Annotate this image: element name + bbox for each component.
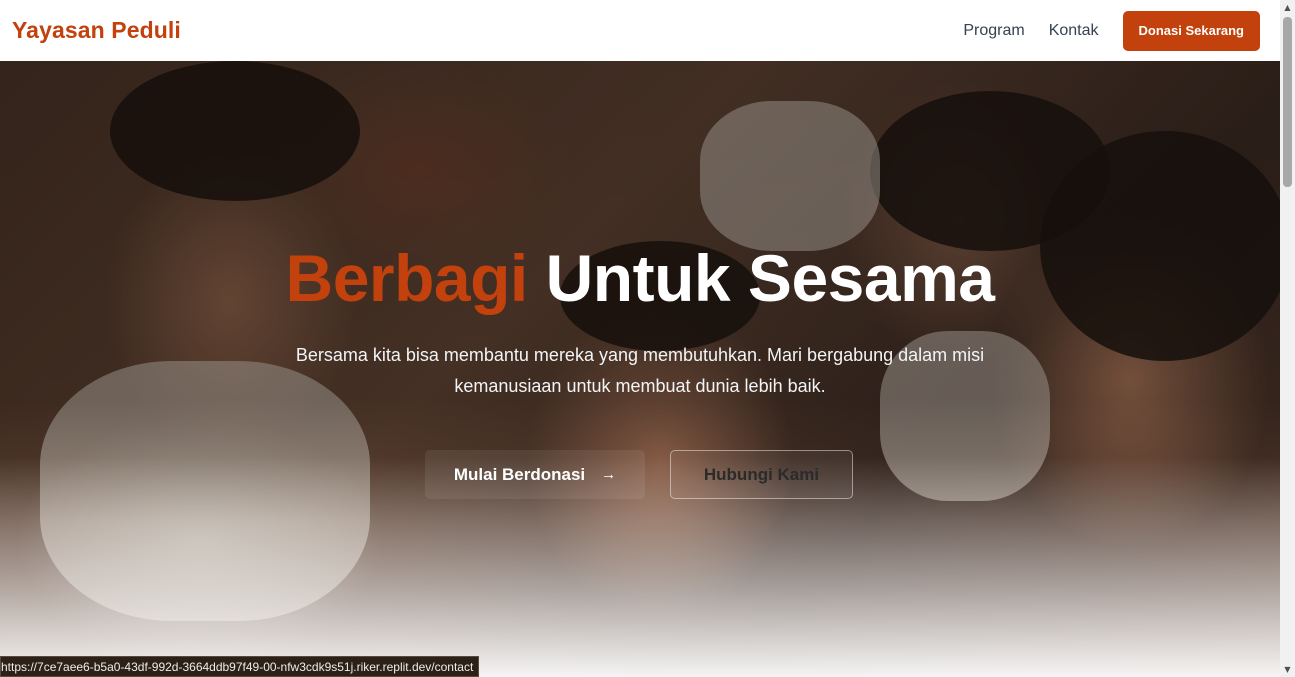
- start-donating-button[interactable]: Mulai Berdonasi →: [425, 450, 645, 499]
- hero-title: Berbagi Untuk Sesama: [0, 239, 1280, 317]
- scrollbar-thumb[interactable]: [1283, 17, 1292, 187]
- contact-us-button[interactable]: Hubungi Kami: [670, 450, 853, 499]
- hero-title-accent: Berbagi: [285, 241, 529, 315]
- nav-link-program[interactable]: Program: [963, 22, 1024, 40]
- nav-menu: Program Kontak Donasi Sekarang: [963, 10, 1260, 51]
- start-donating-label: Mulai Berdonasi: [453, 464, 586, 484]
- page: Yayasan Peduli Program Kontak Donasi Sek…: [0, 0, 1295, 677]
- brand-logo[interactable]: Yayasan Peduli: [12, 17, 181, 44]
- hero-content: Berbagi Untuk Sesama Bersama kita bisa m…: [0, 61, 1280, 677]
- navbar: Yayasan Peduli Program Kontak Donasi Sek…: [0, 0, 1280, 61]
- nav-link-kontak[interactable]: Kontak: [1049, 22, 1099, 40]
- hero-section: Berbagi Untuk Sesama Bersama kita bisa m…: [0, 61, 1280, 677]
- page-scrollbar[interactable]: ▲ ▼: [1280, 0, 1295, 677]
- hero-actions: Mulai Berdonasi → Hubungi Kami: [425, 450, 853, 499]
- donate-now-button[interactable]: Donasi Sekarang: [1122, 10, 1260, 51]
- scroll-up-arrow-icon[interactable]: ▲: [1280, 0, 1295, 15]
- hero-subtitle: Bersama kita bisa membantu mereka yang m…: [295, 345, 985, 396]
- arrow-right-icon: →: [601, 466, 617, 483]
- scroll-down-arrow-icon[interactable]: ▼: [1280, 662, 1295, 677]
- hero-title-rest: Untuk Sesama: [545, 241, 995, 315]
- status-bar-url: https://7ce7aee6-b5a0-43df-992d-3664ddb9…: [0, 656, 480, 677]
